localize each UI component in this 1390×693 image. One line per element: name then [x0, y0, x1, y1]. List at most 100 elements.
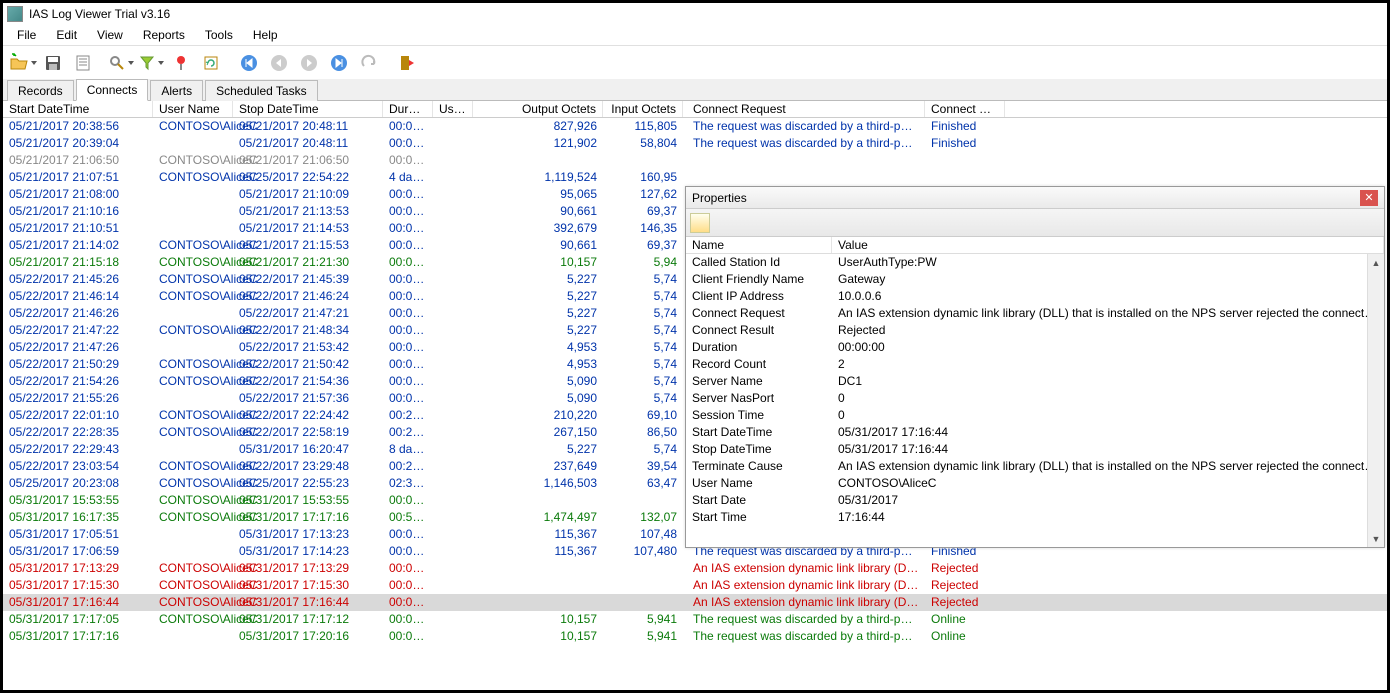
property-row[interactable]: Connect ResultRejected — [686, 322, 1384, 339]
property-row[interactable]: Session Time0 — [686, 407, 1384, 424]
search-button[interactable] — [107, 49, 135, 77]
cell: 58,804 — [603, 135, 683, 152]
cell: 00:00:13 — [383, 356, 433, 373]
property-row[interactable]: Start Date05/31/2017 — [686, 492, 1384, 509]
property-row[interactable]: Record Count2 — [686, 356, 1384, 373]
cell: 5,74 — [603, 305, 683, 322]
cell — [433, 220, 473, 237]
report-button[interactable] — [69, 49, 97, 77]
cell: 05/22/2017 22:28:35 — [3, 424, 153, 441]
cell: 146,35 — [603, 220, 683, 237]
scroll-down-icon[interactable]: ▼ — [1368, 530, 1384, 547]
filter-button[interactable] — [137, 49, 165, 77]
col-header[interactable]: Start DateTime — [3, 101, 153, 117]
cell — [683, 169, 925, 186]
cell — [433, 390, 473, 407]
nav-next-button[interactable] — [295, 49, 323, 77]
cell: 127,62 — [603, 186, 683, 203]
property-row[interactable]: Server NameDC1 — [686, 373, 1384, 390]
col-header[interactable]: User Name — [153, 101, 233, 117]
property-row[interactable]: Duration00:00:00 — [686, 339, 1384, 356]
menu-tools[interactable]: Tools — [197, 26, 241, 44]
table-row[interactable]: 05/31/2017 17:17:05CONTOSO\AliceC05/31/2… — [3, 611, 1387, 628]
redo-button[interactable] — [355, 49, 383, 77]
cell: 5,74 — [603, 356, 683, 373]
property-row[interactable]: Stop DateTime05/31/2017 17:16:44 — [686, 441, 1384, 458]
col-header[interactable]: User IP — [433, 101, 473, 117]
cell: 05/22/2017 21:48:34 — [233, 322, 383, 339]
cell: 05/31/2017 17:06:59 — [3, 543, 153, 560]
table-row[interactable]: 05/21/2017 21:07:51CONTOSO\AliceC05/25/2… — [3, 169, 1387, 186]
table-row[interactable]: 05/31/2017 17:13:29CONTOSO\AliceC05/31/2… — [3, 560, 1387, 577]
cell: An IAS extension dynamic link library (D… — [683, 594, 925, 611]
table-row[interactable]: 05/31/2017 17:16:44CONTOSO\AliceC05/31/2… — [3, 594, 1387, 611]
col-header[interactable]: Connect Request — [683, 101, 925, 117]
property-row[interactable]: Connect RequestAn IAS extension dynamic … — [686, 305, 1384, 322]
menu-file[interactable]: File — [9, 26, 44, 44]
property-row[interactable]: Client IP Address10.0.0.6 — [686, 288, 1384, 305]
property-row[interactable]: User NameCONTOSO\AliceC — [686, 475, 1384, 492]
col-header[interactable]: Stop DateTime — [233, 101, 383, 117]
property-name: Start Date — [686, 492, 832, 509]
scroll-up-icon[interactable]: ▲ — [1368, 254, 1384, 271]
cell: 5,227 — [473, 271, 603, 288]
property-row[interactable]: Terminate CauseAn IAS extension dynamic … — [686, 458, 1384, 475]
table-row[interactable]: 05/21/2017 20:38:56CONTOSO\AliceC05/21/2… — [3, 118, 1387, 135]
cell: 00:29:44 — [383, 424, 433, 441]
prop-col-value[interactable]: Value — [832, 237, 1384, 253]
table-row[interactable]: 05/21/2017 21:06:50CONTOSO\AliceC05/21/2… — [3, 152, 1387, 169]
cell — [433, 305, 473, 322]
scrollbar[interactable]: ▲ ▼ — [1367, 254, 1384, 547]
nav-last-button[interactable] — [325, 49, 353, 77]
menu-reports[interactable]: Reports — [135, 26, 193, 44]
cell: 00:01:51 — [383, 237, 433, 254]
exit-button[interactable] — [393, 49, 421, 77]
property-row[interactable]: Server NasPort0 — [686, 390, 1384, 407]
cell: 05/22/2017 21:45:39 — [233, 271, 383, 288]
marker-button[interactable] — [167, 49, 195, 77]
menu-help[interactable]: Help — [245, 26, 286, 44]
cell — [153, 186, 233, 203]
property-row[interactable]: Client Friendly NameGateway — [686, 271, 1384, 288]
tab-connects[interactable]: Connects — [76, 79, 149, 101]
cell — [153, 305, 233, 322]
properties-titlebar[interactable]: Properties ✕ — [686, 187, 1384, 209]
cell: 05/31/2017 17:20:16 — [233, 628, 383, 645]
categorize-icon[interactable] — [690, 213, 710, 233]
cell — [433, 407, 473, 424]
cell — [433, 424, 473, 441]
property-value: 10.0.0.6 — [832, 288, 1384, 305]
col-header[interactable]: Output Octets — [473, 101, 603, 117]
refresh-button[interactable] — [197, 49, 225, 77]
cell: 00:06:12 — [383, 254, 433, 271]
tab-records[interactable]: Records — [7, 80, 74, 101]
save-button[interactable] — [39, 49, 67, 77]
open-button[interactable] — [9, 49, 37, 77]
nav-first-button[interactable] — [235, 49, 263, 77]
properties-panel: Properties ✕ Name Value Called Station I… — [685, 186, 1385, 548]
col-header[interactable]: Input Octets — [603, 101, 683, 117]
cell — [925, 169, 1005, 186]
table-row[interactable]: 05/31/2017 17:15:30CONTOSO\AliceC05/31/2… — [3, 577, 1387, 594]
tab-alerts[interactable]: Alerts — [150, 80, 203, 101]
property-row[interactable]: Called Station IdUserAuthType:PW — [686, 254, 1384, 271]
menu-edit[interactable]: Edit — [48, 26, 85, 44]
col-header[interactable]: Connect Re... — [925, 101, 1005, 117]
cell: The request was discarded by a third-par… — [683, 135, 925, 152]
table-row[interactable]: 05/21/2017 20:39:0405/21/2017 20:48:1100… — [3, 135, 1387, 152]
cell: Finished — [925, 118, 1005, 135]
property-row[interactable]: Start DateTime05/31/2017 17:16:44 — [686, 424, 1384, 441]
tab-scheduled-tasks[interactable]: Scheduled Tasks — [205, 80, 318, 101]
close-button[interactable]: ✕ — [1360, 190, 1378, 206]
cell: 827,926 — [473, 118, 603, 135]
table-row[interactable]: 05/31/2017 17:17:1605/31/2017 17:20:1600… — [3, 628, 1387, 645]
cell: 00:23:32 — [383, 407, 433, 424]
property-row[interactable]: Start Time17:16:44 — [686, 509, 1384, 526]
menu-view[interactable]: View — [89, 26, 131, 44]
property-name: Duration — [686, 339, 832, 356]
col-header[interactable]: Duration — [383, 101, 433, 117]
prop-col-name[interactable]: Name — [686, 237, 832, 253]
cell: 5,227 — [473, 288, 603, 305]
nav-prev-button[interactable] — [265, 49, 293, 77]
cell — [433, 135, 473, 152]
